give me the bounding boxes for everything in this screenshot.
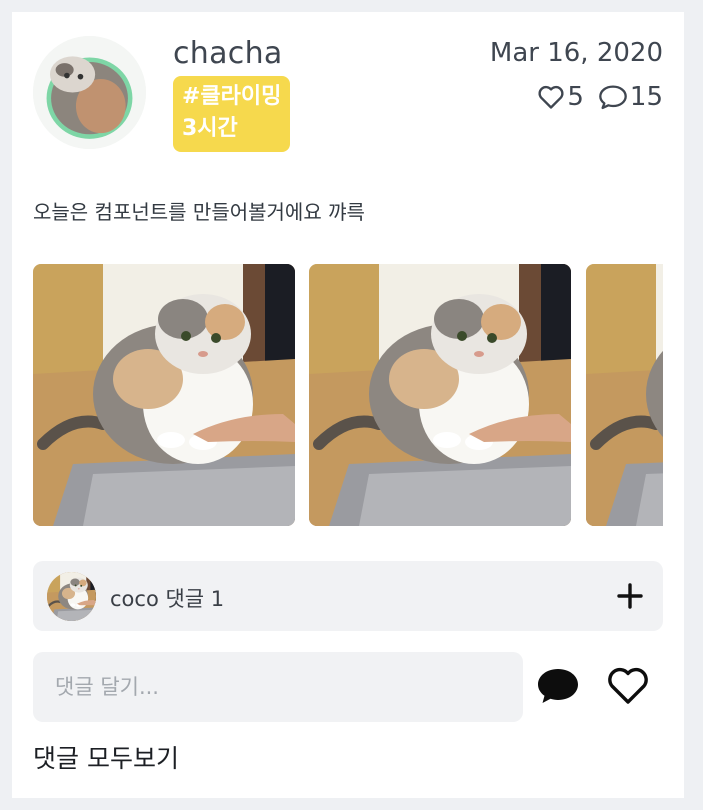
likes-count: 5 [567, 82, 584, 112]
post-card: chacha #클라이밍 3시간 Mar 16, 2020 5 15 오늘은 컴… [12, 12, 684, 798]
post-stats: 5 15 [537, 82, 663, 112]
tag-duration: 3시간 [182, 116, 238, 141]
comment-input[interactable] [33, 652, 523, 722]
post-caption: 오늘은 컴포넌트를 만들어볼거에요 꺄륵 [33, 200, 365, 224]
plus-icon [617, 583, 643, 609]
expand-comments-button[interactable] [615, 581, 645, 611]
chat-bubble-icon [538, 669, 578, 703]
avatar[interactable] [33, 36, 146, 149]
comment-preview[interactable]: coco 댓글 1 [33, 561, 663, 631]
view-all-comments-link[interactable]: 댓글 모두보기 [33, 739, 179, 775]
comment-preview-text: coco 댓글 1 [110, 587, 225, 611]
commenter-avatar[interactable] [47, 572, 96, 621]
gallery-photo[interactable] [309, 264, 571, 526]
username[interactable]: chacha [173, 36, 283, 71]
heart-outline-icon [537, 84, 565, 110]
likes-stat[interactable]: 5 [537, 82, 584, 112]
comment-outline-icon [598, 84, 628, 110]
photo-gallery[interactable] [33, 264, 663, 526]
comments-stat[interactable]: 15 [598, 82, 663, 112]
tag-hashtag: #클라이밍 [182, 84, 282, 109]
gallery-photo[interactable] [586, 264, 663, 526]
post-date: Mar 16, 2020 [489, 38, 663, 68]
heart-outline-icon [608, 667, 648, 704]
like-button[interactable] [606, 666, 650, 706]
send-comment-button[interactable] [535, 666, 581, 706]
comments-count: 15 [629, 82, 663, 112]
gallery-photo[interactable] [33, 264, 295, 526]
tag-badge[interactable]: #클라이밍 3시간 [173, 76, 290, 152]
